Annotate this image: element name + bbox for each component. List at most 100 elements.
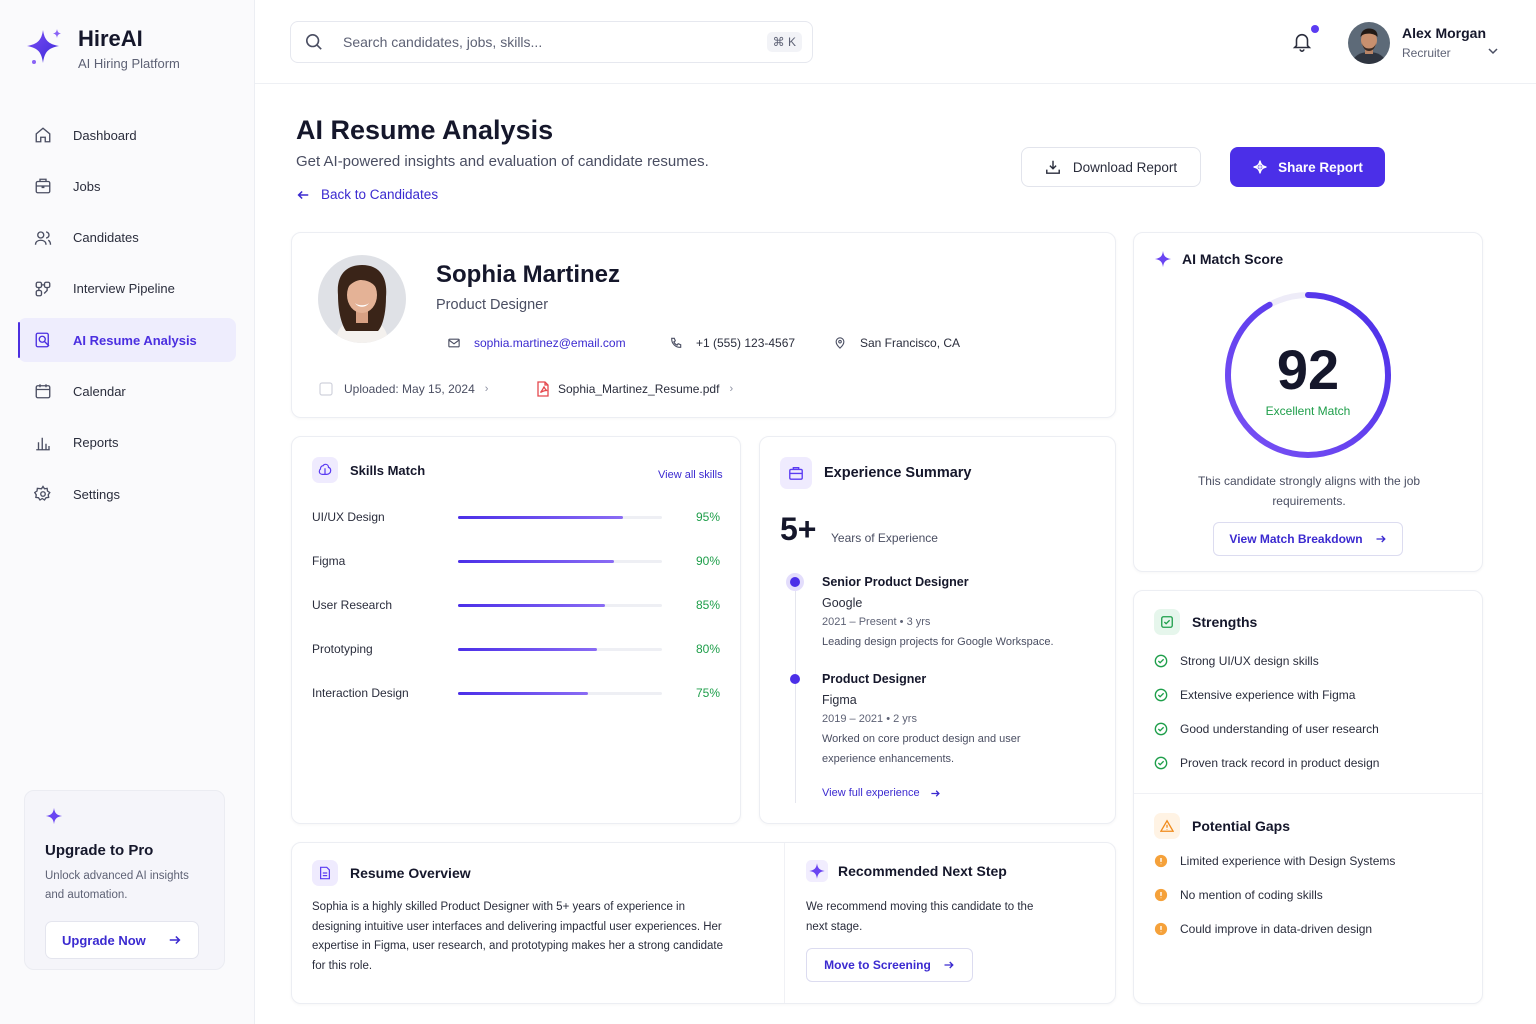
search-input[interactable]	[343, 34, 743, 50]
view-match-breakdown-label: View Match Breakdown	[1229, 532, 1363, 546]
sidebar-item-jobs[interactable]: Jobs	[18, 164, 236, 208]
page-subtitle: Get AI-powered insights and evaluation o…	[296, 153, 709, 170]
user-avatar[interactable]	[1348, 22, 1390, 64]
sidebar-item-label: Settings	[73, 486, 120, 502]
page-title: AI Resume Analysis	[296, 115, 554, 145]
back-link-label: Back to Candidates	[321, 187, 439, 202]
move-to-screening-button[interactable]: Move to Screening	[806, 948, 973, 982]
job-company: Figma	[822, 693, 857, 707]
match-score-title: AI Match Score	[1182, 251, 1284, 267]
experience-years: 5+	[780, 511, 817, 547]
match-score-description: This candidate strongly aligns with the …	[1197, 474, 1421, 508]
location-pin-icon	[835, 337, 845, 349]
brand[interactable]: HireAI AI Hiring Platform	[26, 27, 180, 71]
strengths-gaps-card: Strengths Strong UI/UX design skills Ext…	[1133, 590, 1483, 1004]
arrow-right-icon	[944, 961, 954, 969]
users-icon	[34, 230, 52, 245]
alert-circle-icon	[1154, 922, 1168, 936]
skill-row: UI/UX Design 95%	[312, 508, 720, 528]
sidebar-nav: Dashboard Jobs Candidates Interview Pipe…	[18, 113, 236, 523]
user-avatar-image	[1348, 22, 1390, 64]
move-to-screening-label: Move to Screening	[824, 958, 931, 972]
arrow-right-icon	[931, 789, 940, 797]
sidebar: HireAI AI Hiring Platform Dashboard Jobs…	[0, 0, 255, 1024]
bell-icon[interactable]	[1291, 30, 1313, 54]
sidebar-item-ai-resume-analysis[interactable]: AI Resume Analysis	[18, 318, 236, 363]
upgrade-card: Upgrade to Pro Unlock advanced AI insigh…	[24, 790, 225, 970]
chevron-right-icon: ›	[484, 383, 489, 395]
experience-summary-card: Experience Summary 5+ Years of Experienc…	[759, 436, 1116, 824]
share-report-label: Share Report	[1278, 159, 1363, 175]
check-circle-icon	[1154, 654, 1168, 668]
skill-bar-fill	[458, 648, 597, 651]
resume-overview-text: Sophia is a highly skilled Product Desig…	[312, 901, 724, 973]
alert-circle-icon	[1154, 854, 1168, 868]
strength-text: Good understanding of user research	[1180, 722, 1379, 736]
ai-match-score-card: AI Match Score 92 Excellent Match This c…	[1133, 232, 1483, 572]
sidebar-item-calendar[interactable]: Calendar	[18, 369, 236, 413]
skill-row: Prototyping 80%	[312, 640, 720, 660]
calendar-icon	[35, 384, 51, 399]
check-circle-icon	[1154, 756, 1168, 770]
skill-bar-track	[458, 604, 662, 607]
sidebar-item-dashboard[interactable]: Dashboard	[18, 113, 236, 157]
mail-icon	[448, 338, 460, 348]
sidebar-item-reports[interactable]: Reports	[18, 421, 236, 465]
upgrade-now-button[interactable]: Upgrade Now	[45, 921, 199, 959]
experience-header: Experience Summary	[780, 457, 972, 489]
upgrade-description: Unlock advanced AI insights and automati…	[45, 870, 189, 901]
share-report-button[interactable]: Share Report	[1230, 147, 1385, 187]
brand-name: HireAI	[78, 26, 143, 51]
view-full-experience-label: View full experience	[822, 787, 920, 799]
candidate-profile-card: Sophia Martinez Product Designer sophia.…	[291, 232, 1116, 418]
upload-date-text: Uploaded: May 15, 2024	[344, 382, 475, 396]
next-step-header: Recommended Next Step	[806, 860, 1007, 882]
view-match-breakdown-button[interactable]: View Match Breakdown	[1213, 522, 1403, 556]
sidebar-item-settings[interactable]: Settings	[18, 472, 236, 516]
skills-match-header: Skills Match	[312, 457, 425, 483]
chevron-down-icon[interactable]	[1487, 45, 1499, 57]
check-circle-icon	[1154, 688, 1168, 702]
home-icon	[35, 127, 51, 143]
skill-name: User Research	[312, 598, 393, 612]
candidate-email-link[interactable]: sophia.martinez@email.com	[448, 336, 626, 350]
strength-item: Proven track record in product design	[1154, 756, 1379, 770]
sparkle-icon	[1253, 160, 1267, 174]
strength-text: Extensive experience with Figma	[1180, 688, 1356, 702]
gaps-header: Potential Gaps	[1154, 813, 1290, 839]
upload-date[interactable]: Uploaded: May 15, 2024 ›	[318, 381, 488, 397]
sidebar-item-candidates[interactable]: Candidates	[18, 216, 236, 260]
view-full-experience-link[interactable]: View full experience	[822, 787, 941, 799]
view-all-skills-link[interactable]: View all skills	[658, 469, 723, 481]
resume-overview-card: Resume Overview Sophia is a highly skill…	[291, 842, 1116, 1004]
search-box[interactable]: ⌘ K	[290, 21, 813, 63]
timeline-dot	[790, 577, 800, 587]
bar-chart-icon	[36, 437, 50, 451]
strength-item: Strong UI/UX design skills	[1154, 654, 1319, 668]
pdf-file-icon	[537, 381, 549, 397]
resume-overview-header: Resume Overview	[312, 860, 471, 886]
divider	[1134, 793, 1482, 794]
resume-file-link[interactable]: Sophia_Martinez_Resume.pdf ›	[536, 381, 733, 397]
chevron-right-icon: ›	[729, 383, 734, 395]
skill-name: Prototyping	[312, 642, 373, 656]
job-description: Worked on core product design and user e…	[822, 733, 1021, 765]
arrow-right-icon	[1376, 535, 1386, 543]
skill-percent: 90%	[695, 554, 720, 568]
sidebar-item-interview-pipeline[interactable]: Interview Pipeline	[18, 267, 236, 311]
skill-percent: 80%	[695, 642, 720, 656]
candidate-phone-number: +1 (555) 123-4567	[696, 336, 796, 350]
next-step-text: We recommend moving this candidate to th…	[806, 901, 1034, 933]
strength-text: Strong UI/UX design skills	[1180, 654, 1319, 668]
phone-icon	[671, 337, 682, 348]
candidate-name: Sophia Martinez	[436, 261, 621, 288]
resume-file-name: Sophia_Martinez_Resume.pdf	[558, 382, 720, 396]
sidebar-item-label: Reports	[73, 435, 119, 451]
document-icon	[312, 860, 338, 886]
brain-icon	[312, 457, 338, 483]
download-report-button[interactable]: Download Report	[1021, 147, 1201, 187]
user-name: Alex Morgan	[1402, 25, 1487, 41]
sidebar-item-label: Dashboard	[73, 127, 137, 143]
back-to-candidates-link[interactable]: Back to Candidates	[296, 187, 438, 202]
briefcase-icon	[780, 457, 812, 489]
